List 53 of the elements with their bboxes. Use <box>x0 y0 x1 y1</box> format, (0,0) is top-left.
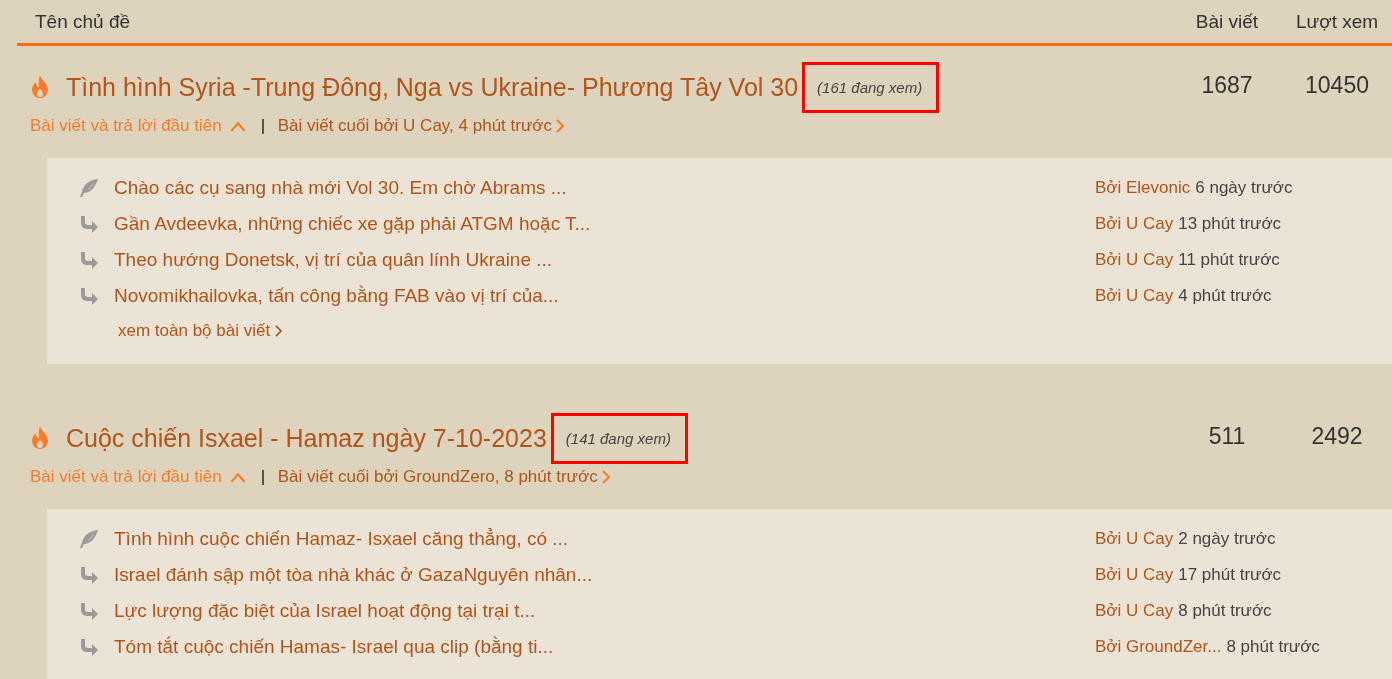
author-link[interactable]: Bởi U Cay <box>1095 565 1174 584</box>
chevron-icon[interactable] <box>229 471 246 483</box>
post-time: 2 ngày trước <box>1178 529 1276 548</box>
view-count: 10450 <box>1304 71 1370 99</box>
reply-arrow-icon <box>79 287 99 305</box>
post-count: 511 <box>1207 422 1247 450</box>
post-time: 6 ngày trước <box>1195 178 1293 197</box>
viewer-count: (161 đang xem) <box>802 61 940 113</box>
viewer-count: (141 đang xem) <box>550 412 688 464</box>
reply-arrow-icon <box>79 602 99 620</box>
post-time: 4 phút trước <box>1178 286 1272 305</box>
post-link[interactable]: Tình hình cuộc chiến Hamaz- Isxael căng thẳng, có ... <box>114 528 569 550</box>
reply-arrow-icon <box>79 215 99 233</box>
author-link[interactable]: Bởi U Cay <box>1095 529 1174 548</box>
author-link[interactable]: Bởi Elevonic <box>1095 178 1191 197</box>
author-link[interactable]: Bởi U Cay <box>1095 601 1174 620</box>
author-link[interactable]: Bởi GroundZer... <box>1095 637 1222 656</box>
post-link[interactable]: Tóm tắt cuộc chiến Hamas- Israel qua clip (bằng ti... <box>114 636 554 658</box>
view-count: 2492 <box>1310 422 1364 450</box>
post-link[interactable]: Novomikhailovka, tấn công bằng FAB vào vị trí của... <box>114 285 559 307</box>
reply-arrow-icon <box>79 566 99 584</box>
post-link[interactable]: Gần Avdeevka, những chiếc xe gặp phải ATGM hoặc T... <box>114 213 591 235</box>
post-link[interactable]: Theo hướng Donetsk, vị trí của quân lính Ukraine ... <box>114 249 553 271</box>
last-post-link[interactable]: Bài viết cuối bởi GroundZero, 8 phút trước <box>277 467 598 487</box>
view-all-link[interactable]: xem toàn bộ bài viết <box>118 321 271 341</box>
column-header: Tên chủ đề <box>34 10 132 33</box>
post-link[interactable]: Lực lượng đặc biệt của Israel hoạt động tại trại t... <box>114 600 536 622</box>
flame-icon <box>30 426 50 450</box>
topic-title-link[interactable]: Cuộc chiến Isxael - Hamaz ngày 7-10-2023 <box>66 423 547 453</box>
author-link[interactable]: Bởi U Cay <box>1095 250 1174 269</box>
post-time: 11 phút trước <box>1178 250 1280 269</box>
post-time: 8 phút trước <box>1178 601 1272 620</box>
post-link[interactable]: Chào các cụ sang nhà mới Vol 30. Em chờ Abrams ... <box>114 177 567 199</box>
feather-icon <box>79 178 99 198</box>
reply-arrow-icon <box>79 638 99 656</box>
reply-arrow-icon <box>79 251 99 269</box>
author-link[interactable]: Bởi U Cay <box>1095 286 1174 305</box>
last-post-link[interactable]: Bài viết cuối bởi U Cay, 4 phút trước <box>277 116 552 136</box>
post-time: 13 phút trước <box>1178 214 1282 233</box>
post-link[interactable]: Israel đánh sập một tòa nhà khác ở GazaNguyên nhân... <box>114 564 593 586</box>
chevron-icon[interactable] <box>229 120 246 132</box>
post-count: 1687 <box>1200 71 1254 99</box>
column-header: Bài viết <box>1194 10 1260 33</box>
chevron-right-icon <box>555 119 564 133</box>
post-time: 17 phút trước <box>1178 565 1282 584</box>
feather-icon <box>79 529 99 549</box>
chevron-right-icon <box>601 470 610 484</box>
author-link[interactable]: Bởi U Cay <box>1095 214 1174 233</box>
post-time: 8 phút trước <box>1226 637 1320 656</box>
chevron-right-icon <box>275 325 283 337</box>
topic-title-link[interactable]: Tình hình Syria -Trung Đông, Nga vs Ukraine- Phương Tây Vol 30 <box>66 72 799 102</box>
column-header: Lượt xem <box>1294 10 1380 33</box>
flame-icon <box>30 75 50 99</box>
